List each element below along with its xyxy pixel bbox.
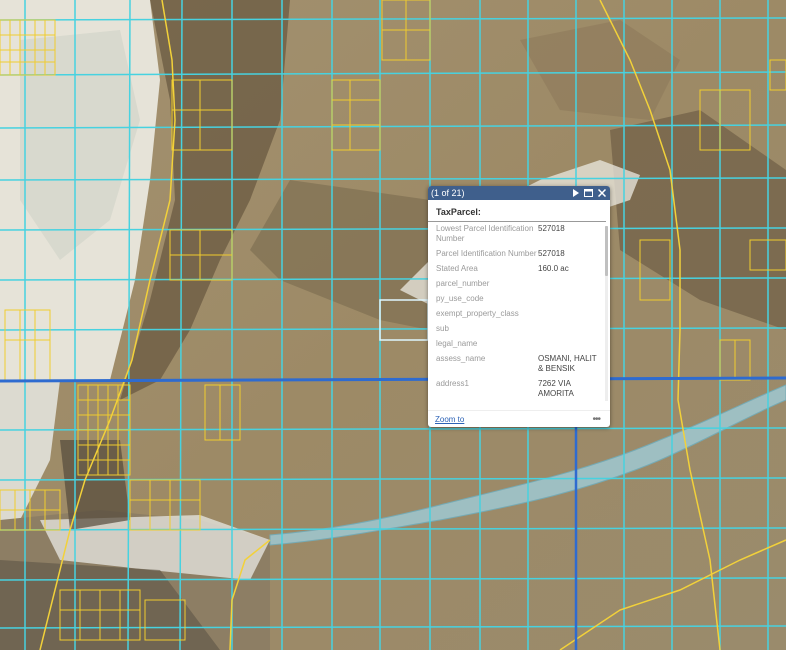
attribute-label: legal_name: [436, 339, 478, 348]
attribute-label: address1: [436, 379, 469, 388]
attribute-value: [538, 294, 602, 304]
attribute-label: Parcel Identification Number: [436, 249, 537, 258]
more-options-icon[interactable]: •••: [592, 414, 600, 425]
attribute-label: exempt_property_class: [436, 309, 519, 318]
attribute-row: assess_name OSMANI, HALIT & BENSIK: [428, 354, 610, 374]
attribute-value: 160.0 ac: [538, 264, 569, 273]
attribute-value: [538, 339, 602, 349]
feature-count: (1 of 21): [431, 188, 465, 198]
attribute-value: [538, 309, 602, 319]
zoom-to-link[interactable]: Zoom to: [435, 415, 464, 424]
parcel-popup[interactable]: (1 of 21) TaxParcel: Lowest Parcel Ident…: [428, 186, 610, 427]
attribute-row: address1 7262 VIA AMORITA: [428, 379, 610, 399]
attribute-value: 7262 VIA AMORITA: [538, 379, 574, 398]
scrollbar-thumb[interactable]: [605, 226, 608, 276]
attribute-value: 527018: [538, 224, 565, 233]
attribute-label: py_use_code: [436, 294, 484, 303]
attribute-label: Lowest Parcel Identification Number: [436, 224, 534, 243]
satellite-basemap: [0, 0, 786, 650]
attribute-list: Lowest Parcel Identification Number 5270…: [428, 224, 610, 404]
attribute-value: 527018: [538, 249, 565, 258]
popup-header: (1 of 21): [428, 186, 610, 200]
attribute-label: sub: [436, 324, 449, 333]
popup-footer: Zoom to •••: [428, 410, 610, 427]
attribute-value: [538, 279, 602, 289]
maximize-icon[interactable]: [584, 188, 593, 198]
popup-scrollbar[interactable]: [605, 226, 608, 401]
attribute-row: Parcel Identification Number 527018: [428, 249, 610, 259]
popup-title: TaxParcel:: [428, 200, 606, 222]
attribute-label: Stated Area: [436, 264, 478, 273]
attribute-row: exempt_property_class: [428, 309, 610, 319]
attribute-row: Lowest Parcel Identification Number 5270…: [428, 224, 610, 244]
attribute-value: [538, 324, 602, 334]
map-view[interactable]: [0, 0, 786, 650]
attribute-row: py_use_code: [428, 294, 610, 304]
attribute-label: assess_name: [436, 354, 486, 363]
attribute-value: OSMANI, HALIT & BENSIK: [538, 354, 597, 373]
attribute-label: parcel_number: [436, 279, 490, 288]
close-icon[interactable]: [597, 188, 606, 198]
play-icon[interactable]: [571, 188, 580, 198]
attribute-row: Stated Area 160.0 ac: [428, 264, 610, 274]
attribute-row: sub: [428, 324, 610, 334]
attribute-row: parcel_number: [428, 279, 610, 289]
attribute-row: legal_name: [428, 339, 610, 349]
